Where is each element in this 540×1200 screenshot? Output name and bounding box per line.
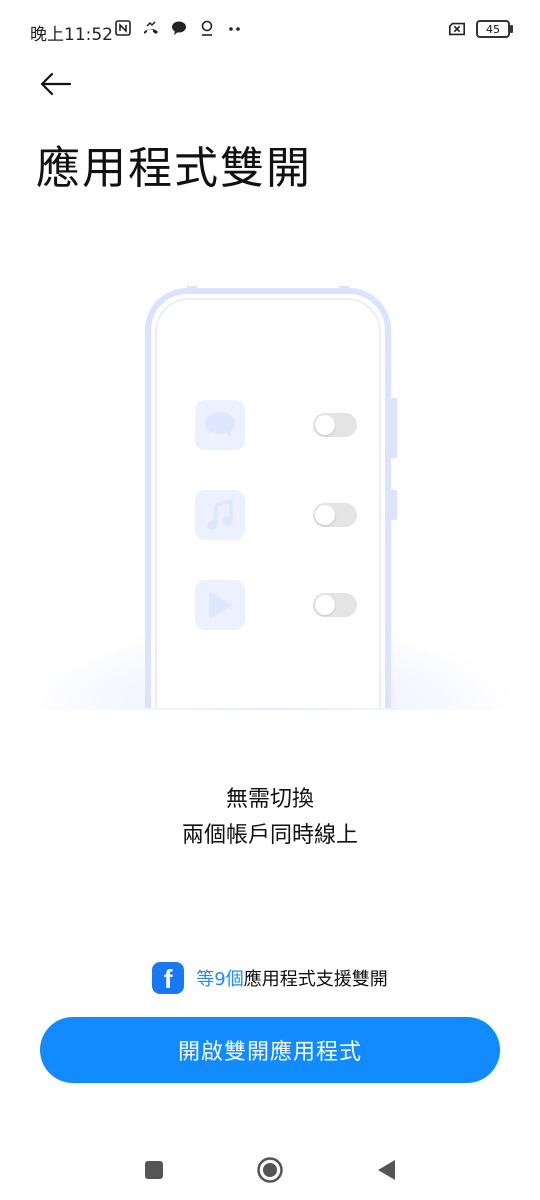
no-sim-icon bbox=[448, 20, 466, 38]
phone-notch-mark bbox=[187, 286, 197, 292]
supported-apps-row[interactable]: f 等9個應用程式支援雙開 bbox=[0, 962, 540, 994]
more-dots-icon bbox=[226, 19, 244, 37]
square-icon bbox=[145, 1161, 163, 1179]
location-pin-icon bbox=[198, 19, 216, 37]
music-app-icon bbox=[195, 490, 245, 540]
back-button[interactable] bbox=[34, 66, 78, 102]
supported-apps-text: 等9個應用程式支援雙開 bbox=[196, 965, 387, 991]
tagline-line-1: 無需切換 bbox=[225, 787, 314, 812]
supported-count: 等9個 bbox=[196, 969, 244, 990]
triangle-back-icon bbox=[378, 1160, 395, 1180]
status-icons bbox=[114, 19, 244, 37]
status-right: 45 bbox=[448, 20, 513, 38]
app-row bbox=[195, 490, 365, 542]
nfc-icon bbox=[114, 19, 132, 37]
toggle-knob bbox=[315, 595, 335, 615]
page-title: 應用程式雙開 bbox=[36, 143, 312, 194]
navigation-bar bbox=[0, 1140, 540, 1200]
supported-label: 應用程式支援雙開 bbox=[243, 969, 388, 990]
status-time: 晚上11:52 bbox=[30, 25, 113, 45]
dual-apps-illustration bbox=[0, 280, 540, 710]
app-row bbox=[195, 580, 365, 632]
circle-icon bbox=[257, 1157, 283, 1183]
open-dual-apps-button[interactable]: 開啟雙開應用程式 bbox=[40, 1017, 500, 1083]
back-nav-button[interactable] bbox=[372, 1156, 400, 1184]
status-bar: 晚上11:52 45 bbox=[0, 0, 540, 60]
video-app-icon bbox=[195, 580, 245, 630]
phone-illustration bbox=[145, 286, 397, 708]
home-button[interactable] bbox=[256, 1156, 284, 1184]
phone-screen bbox=[155, 298, 381, 708]
tagline-line-2: 兩個帳戶同時線上 bbox=[181, 823, 358, 848]
arrow-left-icon bbox=[40, 72, 72, 96]
facebook-icon: f bbox=[152, 962, 185, 994]
battery-icon: 45 bbox=[476, 20, 513, 38]
phone-side-button bbox=[391, 398, 397, 458]
tagline: 無需切換 兩個帳戶同時線上 bbox=[0, 782, 540, 854]
app-toggle bbox=[313, 413, 357, 437]
chat-app-icon bbox=[195, 400, 245, 450]
toggle-knob bbox=[315, 415, 335, 435]
app-toggle bbox=[313, 593, 357, 617]
missed-call-icon bbox=[142, 19, 160, 37]
battery-level: 45 bbox=[486, 22, 500, 36]
phone-side-button bbox=[391, 490, 397, 520]
chat-bubble-icon bbox=[170, 19, 188, 37]
app-toggle bbox=[313, 503, 357, 527]
toggle-knob bbox=[315, 505, 335, 525]
recents-button[interactable] bbox=[140, 1156, 168, 1184]
app-row bbox=[195, 400, 365, 452]
phone-notch-mark bbox=[339, 286, 349, 292]
